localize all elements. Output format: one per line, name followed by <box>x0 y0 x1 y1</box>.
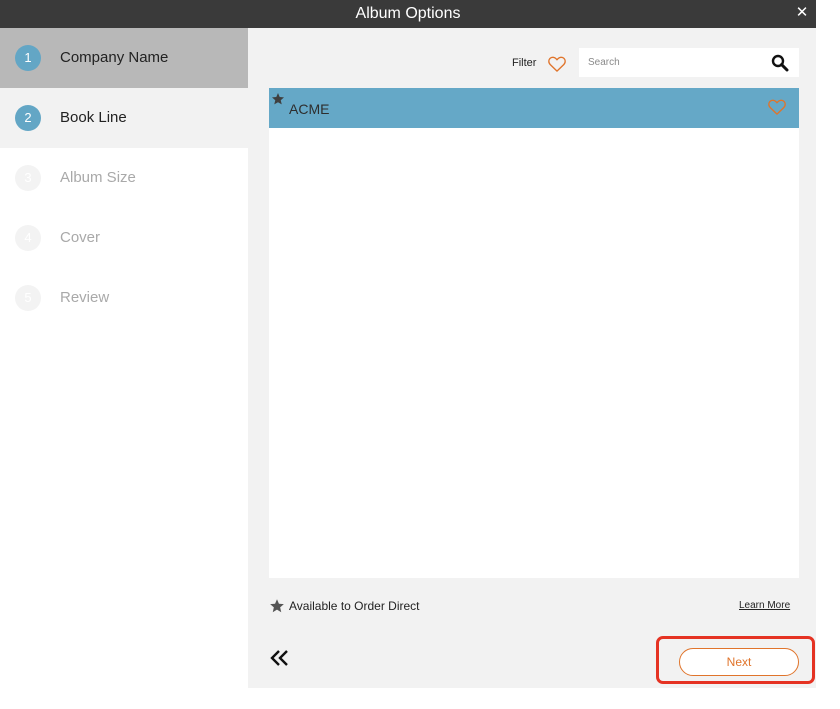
step-number-badge: 4 <box>15 225 41 251</box>
search-box <box>579 48 799 77</box>
step-album-size: 3 Album Size <box>0 148 248 208</box>
album-options-window: Album Options ✕ 1 Company Name 2 Book Li… <box>0 0 816 688</box>
title-bar: Album Options ✕ <box>0 0 816 28</box>
step-number-badge: 2 <box>15 105 41 131</box>
search-input[interactable] <box>579 48 765 77</box>
window-title: Album Options <box>355 5 461 22</box>
filter-label: Filter <box>512 57 537 69</box>
search-icon[interactable] <box>771 54 789 72</box>
step-label: Book Line <box>60 109 127 126</box>
back-double-chevron-icon[interactable] <box>270 648 290 668</box>
list-item-label: ACME <box>289 101 330 117</box>
step-label: Album Size <box>60 169 136 186</box>
learn-more-link[interactable]: Learn More <box>739 600 790 611</box>
filter-heart-icon[interactable] <box>547 54 567 74</box>
order-direct-legend: Available to Order Direct <box>289 599 420 613</box>
list-item[interactable]: ACME <box>269 88 799 128</box>
close-icon[interactable]: ✕ <box>794 4 810 22</box>
star-icon <box>269 598 285 614</box>
step-label: Cover <box>60 229 101 246</box>
step-book-line[interactable]: 2 Book Line <box>0 88 248 148</box>
step-number-badge: 1 <box>15 45 41 71</box>
step-company-name[interactable]: 1 Company Name <box>0 28 248 88</box>
step-label: Company Name <box>60 49 169 66</box>
step-number-badge: 3 <box>15 165 41 191</box>
step-number-badge: 5 <box>15 285 41 311</box>
next-button[interactable]: Next <box>679 648 799 676</box>
star-icon <box>271 92 285 106</box>
favorite-heart-icon[interactable] <box>767 97 787 117</box>
steps-sidebar: 1 Company Name 2 Book Line 3 Album Size … <box>0 28 248 688</box>
step-cover: 4 Cover <box>0 208 248 268</box>
book-line-list: ACME <box>269 88 799 578</box>
step-label: Review <box>60 289 110 306</box>
step-review: 5 Review <box>0 268 248 328</box>
